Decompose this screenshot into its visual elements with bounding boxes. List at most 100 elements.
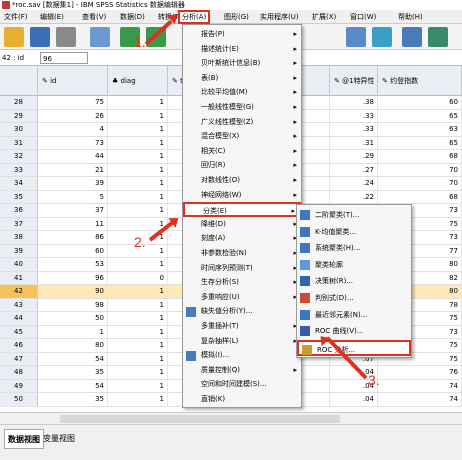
table-cell[interactable]: 21 [38,163,108,176]
analyze-menu-item[interactable]: 一般线性模型(G) ▸ [183,100,301,115]
row-number[interactable]: 32 [0,150,38,163]
value-labels-icon[interactable] [402,27,422,47]
table-cell[interactable]: 37 [38,204,108,217]
split-file-icon[interactable] [346,27,366,47]
cell-value-field[interactable]: 96 [40,52,88,64]
menu-graphs[interactable]: 图形(G) [222,12,251,23]
row-number[interactable]: 38 [0,231,38,244]
menu-window[interactable]: 窗口(W) [348,12,378,23]
table-cell[interactable]: 1 [108,177,168,190]
table-cell[interactable]: .24 [330,177,378,190]
classify-menu-item[interactable]: 系统聚类(H)... [297,240,411,257]
row-number[interactable]: 40 [0,258,38,271]
table-cell[interactable]: 1 [108,258,168,271]
tab-variable-view[interactable]: 变量视图 [40,429,78,449]
table-cell[interactable]: 65 [378,109,462,122]
classify-menu-item[interactable]: 决策树(R)... [297,273,411,290]
row-number[interactable]: 29 [0,109,38,122]
table-cell[interactable]: .22 [330,190,378,203]
table-cell[interactable]: 68 [378,190,462,203]
table-cell[interactable]: 50 [38,312,108,325]
table-cell[interactable]: 74 [378,393,462,406]
table-cell[interactable]: 1 [108,285,168,298]
table-cell[interactable]: 26 [38,109,108,122]
table-cell[interactable]: 1 [108,96,168,109]
classify-menu-item[interactable]: 聚类轮廓 [297,257,411,274]
table-cell[interactable]: 63 [378,123,462,136]
table-cell[interactable]: 90 [38,285,108,298]
analyze-menu-item[interactable]: 混合模型(X) ▸ [183,129,301,144]
analyze-menu-item[interactable]: 表(B) ▸ [183,71,301,86]
table-cell[interactable]: .04 [330,393,378,406]
weight-cases-icon[interactable] [372,27,392,47]
row-number[interactable]: 45 [0,325,38,338]
row-number[interactable]: 36 [0,204,38,217]
row-number[interactable]: 49 [0,379,38,392]
table-cell[interactable]: 39 [38,177,108,190]
table-cell[interactable]: .31 [330,136,378,149]
analyze-menu-item[interactable]: 报告(P) ▸ [183,27,301,42]
table-cell[interactable]: 1 [108,204,168,217]
row-number[interactable]: 39 [0,244,38,257]
table-cell[interactable]: 60 [378,96,462,109]
table-cell[interactable]: 11 [38,217,108,230]
table-cell[interactable]: 1 [108,366,168,379]
table-cell[interactable]: 1 [108,298,168,311]
table-cell[interactable]: 53 [38,258,108,271]
analyze-menu-item[interactable]: 神经网络(W) ▸ [183,188,301,203]
menu-data[interactable]: 数据(D) [118,12,147,23]
table-cell[interactable]: 5 [38,190,108,203]
table-cell[interactable]: 1 [108,339,168,352]
analyze-menu-item[interactable]: 多重插补(T)▸ [183,319,301,334]
classify-menu-item[interactable]: ROC 曲线(V)... [297,323,411,340]
print-icon[interactable] [56,27,76,47]
analyze-menu-item[interactable]: 回归(R) ▸ [183,158,301,173]
row-number[interactable]: 42 [0,285,38,298]
table-cell[interactable]: .27 [330,163,378,176]
analyze-menu-item[interactable]: 刻度(A)▸ [183,231,301,246]
table-cell[interactable]: .33 [330,123,378,136]
analyze-menu-item[interactable]: 多重响应(U)▸ [183,290,301,305]
table-cell[interactable]: .33 [330,109,378,122]
column-header-diag[interactable]: ♣ diag [108,66,168,96]
table-cell[interactable]: 1 [108,123,168,136]
table-cell[interactable]: 1 [108,352,168,365]
row-number[interactable]: 33 [0,163,38,176]
classify-menu-item[interactable]: K-均值聚类... [297,224,411,241]
table-cell[interactable]: 96 [38,271,108,284]
classify-menu-item[interactable]: 判别式(D)... [297,290,411,307]
row-number[interactable]: 41 [0,271,38,284]
analyze-menu-item[interactable]: 直销(K) [183,392,301,407]
menu-edit[interactable]: 编辑(E) [38,12,66,23]
table-cell[interactable]: 80 [38,339,108,352]
row-number[interactable]: 46 [0,339,38,352]
column-header-youden[interactable]: ✎ 约登指数 [378,66,462,96]
table-cell[interactable]: .38 [330,96,378,109]
table-cell[interactable]: 1 [108,217,168,230]
analyze-menu-item[interactable]: 对数线性(O) ▸ [183,173,301,188]
table-cell[interactable]: 70 [378,177,462,190]
analyze-menu-item[interactable]: 生存分析(S)▸ [183,275,301,290]
analyze-menu-item[interactable]: 时间序列预测(T)▸ [183,261,301,276]
classify-menu-item[interactable]: ROC 分析... [297,339,411,357]
row-number[interactable]: 37 [0,217,38,230]
table-cell[interactable]: 73 [38,136,108,149]
menu-analyze[interactable]: 分析(A) [178,10,211,24]
analyze-menu-item[interactable]: 空间和时间建模(S)... [183,377,301,392]
analyze-menu-item[interactable]: 描述统计(E) ▸ [183,42,301,57]
classify-menu-item[interactable]: 二阶聚类(T)... [297,207,411,224]
table-cell[interactable]: 1 [108,109,168,122]
row-number[interactable]: 48 [0,366,38,379]
analyze-menu-item[interactable]: 分类(E) ▸ [183,202,301,217]
analyze-menu-item[interactable]: 贝叶斯统计信息(B) ▸ [183,56,301,71]
table-cell[interactable]: 75 [38,96,108,109]
analyze-menu-item[interactable]: 复杂抽样(L)▸ [183,334,301,349]
row-number[interactable]: 31 [0,136,38,149]
row-number[interactable]: 43 [0,298,38,311]
table-cell[interactable]: 35 [38,393,108,406]
table-cell[interactable]: 1 [108,150,168,163]
scrollbar-thumb[interactable] [60,415,340,423]
table-cell[interactable]: 74 [378,379,462,392]
analyze-menu-item[interactable]: 广义线性模型(Z) ▸ [183,115,301,130]
row-number[interactable]: 34 [0,177,38,190]
